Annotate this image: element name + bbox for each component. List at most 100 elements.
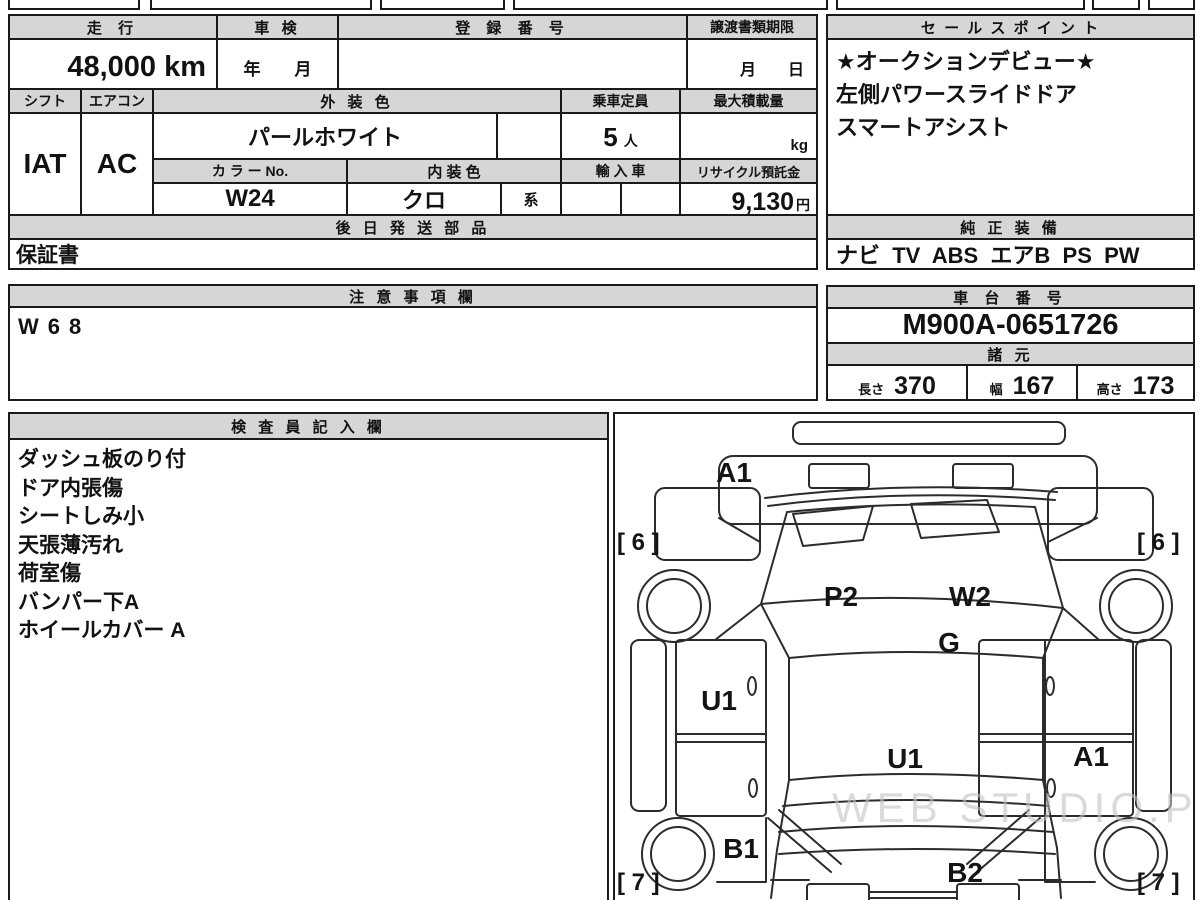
max-load-value: kg: [679, 112, 818, 160]
color-no-header: カ ラ ー No.: [152, 158, 348, 184]
seam: [714, 603, 762, 641]
tire-tread-rear-left: [ 7 ]: [617, 869, 660, 896]
specs-header: 諸 元: [826, 342, 1195, 366]
top-partial-cell: [513, 0, 828, 10]
taillight-left: [806, 883, 870, 900]
recycle-fee-header: リサイクル預託金: [679, 158, 818, 184]
spec-length-value: 370: [894, 372, 936, 400]
seam: [1047, 517, 1098, 543]
transfer-deadline-value: 月 日: [686, 38, 818, 90]
capacity-number: 5: [603, 122, 618, 152]
mileage-value: 48,000 km: [8, 38, 218, 90]
import-car-cell-2: [620, 182, 681, 216]
auction-sheet: 走 行 車 検 登 録 番 号 譲渡書類期限 48,000 km 年 月 月 日…: [0, 0, 1200, 900]
chassis-value: M900A-0651726: [826, 307, 1195, 344]
sales-point-line: ★オークションデビュー★: [836, 49, 1096, 74]
door-handle: [748, 778, 758, 798]
damage-label-front-bumper: A1: [716, 457, 752, 488]
import-car-cell-1: [560, 182, 622, 216]
inspector-note-line: ホイールカバー A: [18, 619, 186, 642]
spec-length-label: 長さ: [858, 382, 885, 397]
tire-tread-rear-right: [ 7 ]: [1137, 869, 1180, 896]
damage-label-rear-left-fender: B1: [723, 833, 759, 864]
seam: [718, 517, 761, 543]
wiper-left: [792, 505, 874, 547]
shift-header: シフト: [8, 88, 82, 114]
mileage-header: 走 行: [8, 14, 218, 40]
door-handle: [1045, 676, 1055, 696]
top-partial-cell: [150, 0, 372, 10]
spec-width-label: 幅: [989, 382, 1003, 397]
equipment-header: 純 正 装 備: [826, 214, 1195, 240]
capacity-value: 5 人: [560, 112, 681, 160]
color-no-value: W24: [152, 182, 348, 216]
recycle-fee-number: 9,130: [731, 188, 794, 216]
sill-left: [630, 639, 667, 812]
inspector-note-line: ダッシュ板のり付: [18, 448, 186, 471]
damage-label-left-door: U1: [701, 685, 737, 716]
inspector-notes: ダッシュ板のり付 ドア内張傷 シートしみ小 天張薄汚れ 荷室傷 バンパー下A ホ…: [10, 446, 605, 646]
inspector-note-line: 天張薄汚れ: [18, 533, 123, 557]
damage-label-windshield-right: W2: [949, 581, 991, 612]
damage-label-right-door: A1: [1073, 741, 1109, 772]
headlight-left: [808, 463, 870, 489]
import-car-header: 輸 入 車: [560, 158, 681, 184]
recycle-fee-unit: 円: [796, 197, 810, 213]
shift-value: IAT: [8, 112, 82, 216]
inspector-note-line: ドア内張傷: [18, 476, 123, 500]
roof-front-line: [788, 651, 1044, 659]
shaken-value: 年 月: [216, 38, 339, 90]
chassis-header: 車 台 番 号: [826, 285, 1195, 309]
recycle-fee-value: 9,130 円: [679, 182, 818, 216]
seam: [1062, 607, 1100, 641]
roof-rear-line: [788, 773, 1044, 781]
watermark: WEB STUDIO.PRO: [832, 784, 1200, 831]
notes-value: W68: [18, 314, 91, 339]
damage-label-roof: U1: [887, 743, 923, 774]
inspector-header: 検 査 員 記 入 欄: [8, 412, 609, 440]
top-partial-cell: [1148, 0, 1195, 10]
notes-box: W68: [8, 306, 818, 401]
sales-points-box: ★オークションデビュー★ 左側パワースライドドア スマートアシスト: [826, 38, 1195, 216]
inspector-note-line: 荷室傷: [18, 562, 81, 585]
interior-color-suffix: 系: [500, 182, 562, 216]
headlight-right: [952, 463, 1014, 489]
interior-color-value: クロ: [346, 182, 502, 216]
equipment-value: ナビ TV ABS エアB PS PW: [826, 238, 1195, 270]
damage-label-windshield-left: P2: [824, 581, 858, 612]
aircon-header: エアコン: [80, 88, 154, 114]
aircon-value: AC: [80, 112, 154, 216]
sales-point-line: スマートアシスト: [836, 115, 1011, 140]
top-partial-cell: [1092, 0, 1140, 10]
wheel-front-left: [637, 569, 711, 643]
capacity-header: 乗車定員: [560, 88, 681, 114]
tailgate-line: [778, 848, 1056, 855]
shaken-header: 車 検: [216, 14, 339, 40]
inspector-note-line: シートしみ小: [18, 505, 144, 528]
exterior-color-header: 外 装 色: [152, 88, 562, 114]
registration-value: [337, 38, 688, 90]
spec-width-value: 167: [1012, 372, 1055, 400]
later-parts-value: 保証書: [8, 238, 818, 270]
top-partial-cell: [380, 0, 505, 10]
wheel-front-right: [1099, 569, 1173, 643]
notes-header: 注 意 事 項 欄: [8, 284, 818, 308]
capacity-unit: 人: [623, 133, 638, 149]
later-parts-header: 後 日 発 送 部 品: [8, 214, 818, 240]
spec-height-value: 173: [1132, 372, 1175, 400]
windshield: [760, 503, 1064, 609]
spec-width-cell: 幅 167: [966, 364, 1078, 401]
door-handle: [747, 676, 757, 696]
sales-points-header: セ ー ル ス ポ イ ン ト: [826, 14, 1195, 40]
registration-header: 登 録 番 号: [337, 14, 688, 40]
inspector-note-line: バンパー下A: [18, 590, 140, 614]
damage-label-rear-gate: B2: [947, 857, 983, 888]
tire-tread-front-right: [ 6 ]: [1137, 529, 1180, 556]
top-partial-cell: [8, 0, 140, 10]
doors-left: [675, 639, 767, 817]
top-partial-cell: [836, 0, 1085, 10]
spec-height-label: 高さ: [1096, 382, 1123, 397]
transfer-deadline-header: 譲渡書類期限: [686, 14, 818, 40]
tire-tread-front-left: [ 6 ]: [617, 529, 660, 556]
exterior-color-value: パールホワイト: [152, 112, 498, 160]
